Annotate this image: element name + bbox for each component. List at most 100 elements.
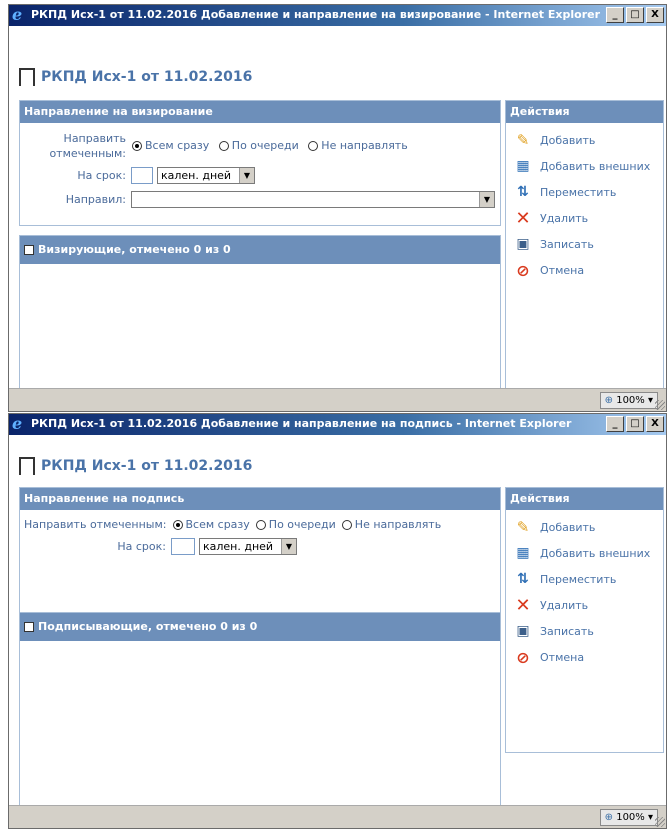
window-title: РКПД Исх-1 от 11.02.2016 Добавление и на…	[31, 417, 572, 430]
action-label: Удалить	[540, 211, 589, 225]
term-unit-select[interactable]: кален. дней ▼	[157, 167, 255, 184]
section-title: Направление на подпись	[20, 488, 500, 510]
radio-all-at-once[interactable]: Всем сразу	[172, 518, 250, 531]
action-cancel[interactable]: ⊘ Отмена	[506, 257, 663, 283]
radio-do-not-send[interactable]: Не направлять	[341, 518, 441, 531]
list-header: Подписывающие, отмечено 0 из 0	[20, 613, 500, 641]
resize-grip[interactable]	[655, 400, 665, 410]
radio-in-turn[interactable]: По очереди	[218, 139, 299, 152]
chevron-down-icon: ▼	[281, 539, 296, 554]
cancel-icon: ⊘	[516, 260, 530, 280]
radio-empty-icon	[218, 140, 229, 151]
term-label: На срок:	[77, 169, 126, 182]
internet-explorer-icon: e	[12, 414, 23, 433]
zoom-level: 100%	[616, 812, 645, 823]
send-label: Направить	[63, 132, 126, 145]
action-move[interactable]: ⇅ Переместить	[506, 566, 663, 592]
action-label: Переместить	[540, 572, 617, 586]
action-add[interactable]: ✎ Добавить	[506, 514, 663, 540]
move-icon: ⇅	[517, 571, 529, 587]
action-cancel[interactable]: ⊘ Отмена	[506, 644, 663, 670]
list-title: Визирующие, отмечено 0 из 0	[38, 243, 231, 256]
radio-in-turn[interactable]: По очереди	[255, 518, 336, 531]
radio-empty-icon	[308, 140, 319, 151]
radio-queue-label: По очереди	[268, 518, 336, 531]
action-delete[interactable]: ✕ Удалить	[506, 592, 663, 618]
action-label: Добавить	[540, 133, 596, 147]
page-title-text: РКПД Исх-1 от 11.02.2016	[41, 69, 253, 85]
internet-explorer-icon: e	[12, 5, 23, 24]
action-add-external[interactable]: ▦ Добавить внешних	[506, 153, 663, 179]
list-header: Визирующие, отмечено 0 из 0	[20, 236, 500, 264]
term-label: На срок:	[117, 540, 166, 553]
maximize-button[interactable]: □	[626, 7, 644, 23]
delete-icon: ✕	[515, 594, 531, 616]
chevron-down-icon: ▼	[479, 192, 494, 207]
add-external-icon: ▦	[516, 158, 530, 174]
page-title-text: РКПД Исх-1 от 11.02.2016	[41, 458, 253, 474]
window-title: РКПД Исх-1 от 11.02.2016 Добавление и на…	[31, 8, 600, 21]
window-content: РКПД Исх-1 от 11.02.2016 Направление на …	[9, 26, 666, 392]
move-icon: ⇅	[517, 184, 529, 200]
close-button[interactable]: X	[646, 416, 664, 432]
action-save[interactable]: ▣ Записать	[506, 231, 663, 257]
minimize-button[interactable]: _	[606, 416, 624, 432]
action-delete[interactable]: ✕ Удалить	[506, 205, 663, 231]
radio-selected-icon	[172, 519, 183, 530]
window-titlebar[interactable]: e РКПД Исх-1 от 11.02.2016 Добавление и …	[9, 5, 666, 26]
radio-empty-icon	[341, 519, 352, 530]
zoom-control[interactable]: ⊕ 100% ▾	[599, 809, 658, 826]
visa-form-panel: Направление на визирование Направить отм…	[19, 100, 501, 226]
term-unit-select[interactable]: кален. дней ▼	[199, 538, 297, 555]
list-title: Подписывающие, отмечено 0 из 0	[38, 620, 258, 633]
term-unit-value: кален. дней	[203, 540, 274, 553]
action-move[interactable]: ⇅ Переместить	[506, 179, 663, 205]
window-content: РКПД Исх-1 от 11.02.2016 Направление на …	[9, 435, 666, 806]
action-label: Добавить внешних	[540, 159, 651, 173]
visa-list-panel: Визирующие, отмечено 0 из 0	[19, 235, 501, 391]
sent-by-select[interactable]: ▼	[131, 191, 495, 208]
term-input[interactable]	[171, 538, 195, 555]
document-icon	[19, 68, 35, 86]
action-label: Отмена	[540, 263, 585, 277]
sign-list-panel: Подписывающие, отмечено 0 из 0	[19, 612, 501, 806]
select-all-checkbox[interactable]	[24, 245, 34, 255]
action-add[interactable]: ✎ Добавить	[506, 127, 663, 153]
action-add-external[interactable]: ▦ Добавить внешних	[506, 540, 663, 566]
window-titlebar[interactable]: e РКПД Исх-1 от 11.02.2016 Добавление и …	[9, 414, 666, 435]
add-icon: ✎	[516, 518, 530, 536]
action-save[interactable]: ▣ Записать	[506, 618, 663, 644]
action-label: Отмена	[540, 650, 585, 664]
action-label: Добавить внешних	[540, 546, 651, 560]
radio-all-label: Всем сразу	[145, 139, 210, 152]
radio-empty-icon	[255, 519, 266, 530]
select-all-checkbox[interactable]	[24, 622, 34, 632]
close-button[interactable]: X	[646, 7, 664, 23]
radio-queue-label: По очереди	[231, 139, 299, 152]
actions-panel: Действия ✎ Добавить ▦ Добавить внешних ⇅ Пе…	[505, 487, 664, 753]
resize-grip[interactable]	[655, 817, 665, 827]
actions-panel: Действия ✎ Добавить ▦ Добавить внешних ⇅ Пе…	[505, 100, 664, 392]
maximize-button[interactable]: □	[626, 416, 644, 432]
send-label: Направить отмеченным:	[24, 518, 167, 531]
actions-title: Действия	[506, 101, 663, 123]
actions-title: Действия	[506, 488, 663, 510]
radio-all-at-once[interactable]: Всем сразу	[132, 139, 209, 152]
add-icon: ✎	[516, 131, 530, 149]
status-bar: ⊕ 100% ▾	[9, 388, 666, 411]
radio-selected-icon	[132, 140, 142, 151]
zoom-control[interactable]: ⊕ 100% ▾	[599, 392, 658, 409]
term-input[interactable]	[131, 167, 153, 184]
radio-do-not-send[interactable]: Не направлять	[308, 139, 408, 152]
radio-all-label: Всем сразу	[185, 518, 250, 531]
document-icon	[19, 457, 35, 475]
delete-icon: ✕	[515, 207, 531, 229]
action-label: Добавить	[540, 520, 596, 534]
save-icon: ▣	[516, 623, 530, 639]
minimize-button[interactable]: _	[606, 7, 624, 23]
radio-none-label: Не направлять	[321, 139, 408, 152]
zoom-icon: ⊕	[604, 812, 614, 823]
ie-window-sign: e РКПД Исх-1 от 11.02.2016 Добавление и …	[8, 413, 667, 829]
page-title: РКПД Исх-1 от 11.02.2016	[19, 457, 252, 475]
status-bar: ⊕ 100% ▾	[9, 805, 666, 828]
